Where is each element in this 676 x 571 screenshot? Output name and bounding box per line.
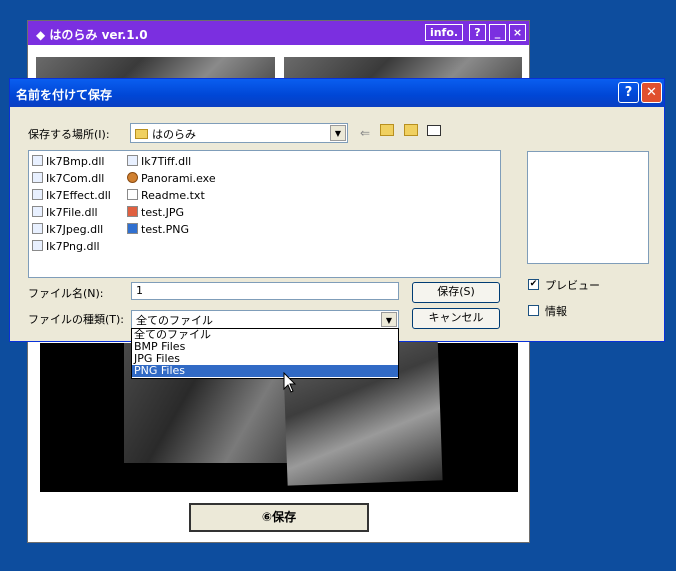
info-checkbox-label: 情報	[545, 305, 567, 318]
dialog-title: 名前を付けて保存	[16, 88, 113, 102]
save-button-main[interactable]: ⑥保存	[189, 503, 369, 532]
txt-file-icon	[127, 189, 138, 200]
folder-icon	[135, 129, 148, 139]
dialog-close-button[interactable]: ✕	[641, 82, 662, 103]
jpg-file-icon	[127, 206, 138, 217]
app-title: ◆ はのらみ ver.1.0	[36, 28, 148, 42]
location-label: 保存する場所(I):	[28, 128, 110, 141]
file-item[interactable]: test.JPG	[127, 206, 184, 219]
png-file-icon	[127, 223, 138, 234]
location-value: はのらみ	[135, 126, 196, 142]
filetype-combo[interactable]: 全てのファイル ▼	[131, 310, 399, 329]
filetype-option[interactable]: PNG Files	[132, 365, 398, 377]
preview-checkbox[interactable]: ✔	[528, 279, 539, 290]
minimize-button[interactable]: _	[489, 24, 506, 41]
dll-file-icon	[32, 189, 43, 200]
file-item[interactable]: Ik7Tiff.dll	[127, 155, 191, 168]
up-folder-icon[interactable]	[380, 124, 394, 136]
dll-file-icon	[32, 223, 43, 234]
file-name: Ik7Com.dll	[46, 172, 105, 185]
file-name: Ik7Png.dll	[46, 240, 100, 253]
file-item[interactable]: Ik7File.dll	[32, 206, 98, 219]
filetype-dropdown-list[interactable]: 全てのファイル BMP Files JPG Files PNG Files	[131, 328, 399, 379]
dialog-titlebar: 名前を付けて保存 ? ✕	[10, 79, 664, 107]
file-list[interactable]: Ik7Bmp.dll Ik7Com.dll Ik7Effect.dll Ik7File…	[28, 150, 501, 278]
file-name: Ik7Bmp.dll	[46, 155, 105, 168]
filename-input[interactable]: 1	[131, 282, 399, 300]
close-button[interactable]: ×	[509, 24, 526, 41]
preview-checkbox-label: プレビュー	[545, 279, 600, 292]
file-name: Readme.txt	[141, 189, 205, 202]
file-name: Ik7File.dll	[46, 206, 98, 219]
file-name: Ik7Jpeg.dll	[46, 223, 104, 236]
file-item[interactable]: Ik7Bmp.dll	[32, 155, 104, 168]
filename-label: ファイル名(N):	[28, 287, 104, 300]
file-item[interactable]: Ik7Jpeg.dll	[32, 223, 103, 236]
new-folder-icon[interactable]	[404, 124, 418, 136]
dll-file-icon	[32, 206, 43, 217]
filetype-value: 全てのファイル	[136, 314, 213, 327]
dll-file-icon	[32, 155, 43, 166]
file-name: test.PNG	[141, 223, 190, 236]
filename-value: 1	[136, 284, 143, 297]
file-item[interactable]: Panorami.exe	[127, 172, 216, 185]
help-button[interactable]: ?	[469, 24, 486, 41]
mouse-cursor-icon	[283, 372, 297, 393]
file-name: test.JPG	[141, 206, 185, 219]
file-name: Panorami.exe	[141, 172, 216, 185]
save-dialog-button[interactable]: 保存(S)	[412, 282, 500, 303]
cancel-button[interactable]: キャンセル	[412, 308, 500, 329]
app-titlebar: ◆ はのらみ ver.1.0 info. ? _ ×	[28, 21, 529, 45]
filetype-label: ファイルの種類(T):	[28, 313, 125, 326]
preview-pane	[527, 151, 649, 264]
dll-file-icon	[32, 172, 43, 183]
back-arrow-icon[interactable]: ⇐	[360, 126, 370, 140]
file-item[interactable]: test.PNG	[127, 223, 189, 236]
info-button[interactable]: info.	[425, 24, 463, 41]
dll-file-icon	[127, 155, 138, 166]
location-combo[interactable]: はのらみ ▼	[130, 123, 348, 143]
location-text: はのらみ	[152, 128, 196, 141]
file-item[interactable]: Ik7Png.dll	[32, 240, 100, 253]
info-checkbox[interactable]	[528, 305, 539, 316]
dialog-help-button[interactable]: ?	[618, 82, 639, 103]
chevron-down-icon[interactable]: ▼	[330, 125, 346, 141]
view-menu-icon[interactable]	[427, 125, 441, 136]
file-name: Ik7Tiff.dll	[141, 155, 192, 168]
file-item[interactable]: Ik7Effect.dll	[32, 189, 111, 202]
file-item[interactable]: Ik7Com.dll	[32, 172, 104, 185]
chevron-down-icon[interactable]: ▼	[381, 312, 397, 327]
file-item[interactable]: Readme.txt	[127, 189, 205, 202]
dll-file-icon	[32, 240, 43, 251]
exe-file-icon	[127, 172, 138, 183]
save-dialog: 名前を付けて保存 ? ✕ 保存する場所(I): はのらみ ▼ ⇐ Ik7Bmp.…	[9, 78, 665, 342]
file-name: Ik7Effect.dll	[46, 189, 111, 202]
